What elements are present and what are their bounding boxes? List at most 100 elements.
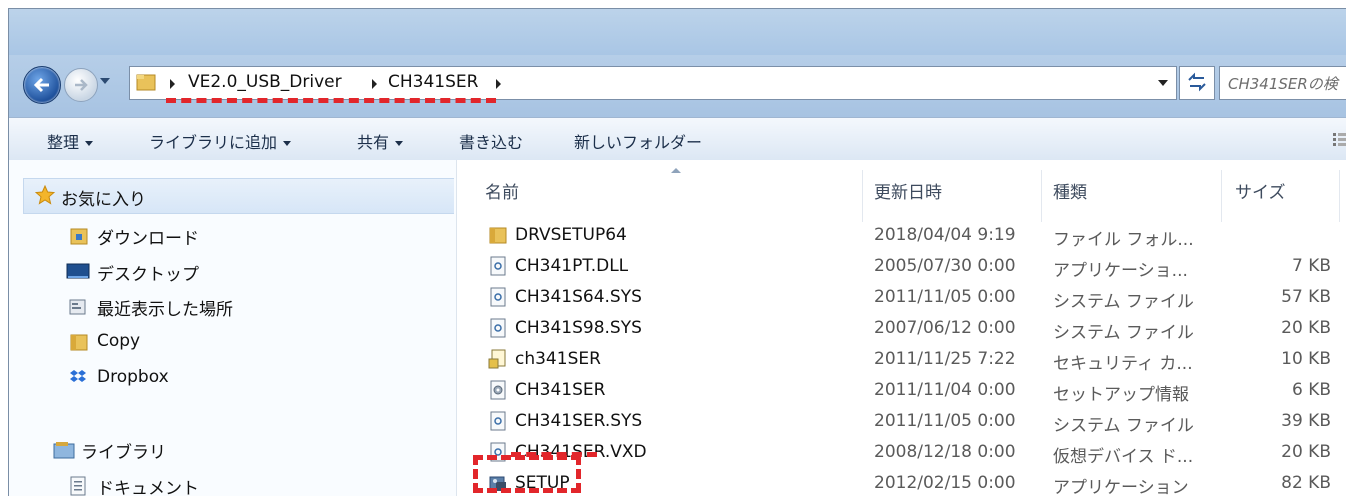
file-name: ch341SER xyxy=(515,349,601,369)
refresh-button[interactable] xyxy=(1179,66,1215,100)
file-type: アプリケーション xyxy=(1053,478,1189,496)
file-row[interactable]: ch341SER 2011/11/25 7:22 セキュリティ カ... 10 … xyxy=(457,344,1346,375)
file-date: 2011/11/04 0:00 xyxy=(874,380,1016,400)
file-row[interactable]: DRVSETUP64 2018/04/04 9:19 ファイル フォル... xyxy=(457,220,1346,251)
search-input[interactable]: CH341SERの検 xyxy=(1219,66,1346,100)
file-row[interactable]: CH341S98.SYS 2007/06/12 0:00 システム ファイル 2… xyxy=(457,313,1346,344)
file-name: CH341S98.SYS xyxy=(515,318,642,338)
file-list: 名前 更新日時 種類 サイズ DRVSETUP64 2018/04/04 9:1… xyxy=(457,160,1346,496)
chevron-down-icon xyxy=(395,141,404,146)
file-row[interactable]: CH341SER.SYS 2011/11/05 0:00 システム ファイル 3… xyxy=(457,406,1346,437)
star-icon xyxy=(35,185,55,205)
system-file-icon xyxy=(490,411,506,431)
folder-icon xyxy=(70,334,88,351)
add-to-library-button[interactable]: ライブラリに追加 xyxy=(149,129,292,153)
file-date: 2011/11/05 0:00 xyxy=(874,287,1016,307)
folder-icon xyxy=(489,227,507,244)
file-date: 2012/02/15 0:00 xyxy=(874,473,1016,493)
search-placeholder: CH341SERの検 xyxy=(1228,75,1338,93)
title-bar xyxy=(9,9,1346,55)
column-header-type[interactable]: 種類 xyxy=(1053,178,1087,203)
security-catalog-icon xyxy=(488,349,506,369)
forward-arrow-icon xyxy=(75,79,88,91)
file-size: 20 KB xyxy=(1281,442,1331,462)
nav-documents[interactable]: ドキュメント xyxy=(97,474,199,496)
file-date: 2011/11/05 0:00 xyxy=(874,411,1016,431)
file-date: 2005/07/30 0:00 xyxy=(874,256,1016,276)
column-divider[interactable] xyxy=(1221,170,1222,222)
share-button[interactable]: 共有 xyxy=(357,129,404,153)
file-row[interactable]: CH341SER 2011/11/04 0:00 セットアップ情報 6 KB xyxy=(457,375,1346,406)
file-size: 7 KB xyxy=(1291,256,1331,276)
column-header-name[interactable]: 名前 xyxy=(485,178,519,203)
breadcrumb-arrow-icon[interactable] xyxy=(170,79,175,89)
nav-dropbox[interactable]: Dropbox xyxy=(97,367,169,387)
nav-favorites[interactable]: お気に入り xyxy=(61,185,146,210)
address-dropdown-icon[interactable] xyxy=(1158,80,1168,86)
desktop-icon xyxy=(66,263,90,279)
nav-desktop[interactable]: デスクトップ xyxy=(97,260,199,285)
forward-button[interactable] xyxy=(64,68,98,102)
file-size: 57 KB xyxy=(1281,287,1331,307)
sort-ascending-icon xyxy=(671,168,681,173)
address-box[interactable]: VE2.0_USB_Driver CH341SER xyxy=(129,66,1177,100)
burn-button[interactable]: 書き込む xyxy=(459,129,523,153)
file-name: CH341S64.SYS xyxy=(515,287,642,307)
nav-copy[interactable]: Copy xyxy=(97,331,140,351)
column-divider[interactable] xyxy=(1041,170,1042,222)
refresh-icon xyxy=(1188,72,1206,92)
navigation-pane: お気に入り ダウンロード デスクトップ 最近表示した場所 Copy Dropbo… xyxy=(9,160,457,496)
chevron-down-icon xyxy=(85,141,94,146)
file-date: 2007/06/12 0:00 xyxy=(874,318,1016,338)
nav-downloads[interactable]: ダウンロード xyxy=(97,224,199,249)
file-name: DRVSETUP64 xyxy=(515,225,627,245)
file-type: システム ファイル xyxy=(1053,292,1194,312)
file-name: CH341SER.SYS xyxy=(515,411,643,431)
system-file-icon xyxy=(490,318,506,338)
dll-file-icon xyxy=(490,256,506,276)
system-file-icon xyxy=(490,287,506,307)
download-folder-icon xyxy=(70,228,88,245)
file-row[interactable]: CH341PT.DLL 2005/07/30 0:00 アプリケーショ... 7… xyxy=(457,251,1346,282)
address-highlight-underline xyxy=(166,98,496,103)
organize-button[interactable]: 整理 xyxy=(47,129,94,153)
add-to-library-label: ライブラリに追加 xyxy=(149,133,278,152)
nav-libraries[interactable]: ライブラリ xyxy=(81,438,166,463)
file-type: アプリケーショ... xyxy=(1053,261,1188,281)
breadcrumb-ve2-usb-driver[interactable]: VE2.0_USB_Driver xyxy=(188,72,342,92)
file-size: 6 KB xyxy=(1291,380,1331,400)
back-arrow-icon xyxy=(33,77,49,93)
view-options-icon[interactable] xyxy=(1333,132,1346,146)
recent-places-icon xyxy=(69,299,86,315)
command-bar: 整理 ライブラリに追加 共有 書き込む 新しいフォルダー xyxy=(9,117,1346,161)
breadcrumb-ch341ser[interactable]: CH341SER xyxy=(388,72,478,92)
new-folder-button[interactable]: 新しいフォルダー xyxy=(574,129,702,153)
column-header-size[interactable]: サイズ xyxy=(1235,178,1286,203)
file-type: セットアップ情報 xyxy=(1053,385,1189,405)
file-date: 2011/11/25 7:22 xyxy=(874,349,1016,369)
organize-label: 整理 xyxy=(47,133,80,152)
breadcrumb-arrow-icon[interactable] xyxy=(496,79,501,89)
file-type: 仮想デバイス ド... xyxy=(1053,447,1194,467)
document-icon xyxy=(70,476,86,496)
libraries-icon xyxy=(53,442,75,459)
recent-pages-dropdown[interactable] xyxy=(100,78,110,84)
file-row[interactable]: SETUP 2012/02/15 0:00 アプリケーション 82 KB xyxy=(457,468,1346,496)
column-header-date[interactable]: 更新日時 xyxy=(874,178,942,203)
address-bar-area: VE2.0_USB_Driver CH341SER CH341SERの検 xyxy=(9,55,1346,117)
file-size: 39 KB xyxy=(1281,411,1331,431)
file-row[interactable]: CH341S64.SYS 2011/11/05 0:00 システム ファイル 5… xyxy=(457,282,1346,313)
back-button[interactable] xyxy=(23,66,61,104)
file-size: 10 KB xyxy=(1281,349,1331,369)
column-divider[interactable] xyxy=(862,170,863,222)
file-type: ファイル フォル... xyxy=(1053,230,1194,250)
file-type: システム ファイル xyxy=(1053,323,1194,343)
file-size: 20 KB xyxy=(1281,318,1331,338)
column-divider[interactable] xyxy=(1339,170,1340,222)
file-name: CH341PT.DLL xyxy=(515,256,629,276)
nav-recent-places[interactable]: 最近表示した場所 xyxy=(97,295,233,320)
chevron-down-icon xyxy=(283,141,292,146)
explorer-window: VE2.0_USB_Driver CH341SER CH341SERの検 整理 … xyxy=(8,8,1346,496)
breadcrumb-arrow-icon[interactable] xyxy=(372,79,377,89)
share-label: 共有 xyxy=(357,133,390,152)
